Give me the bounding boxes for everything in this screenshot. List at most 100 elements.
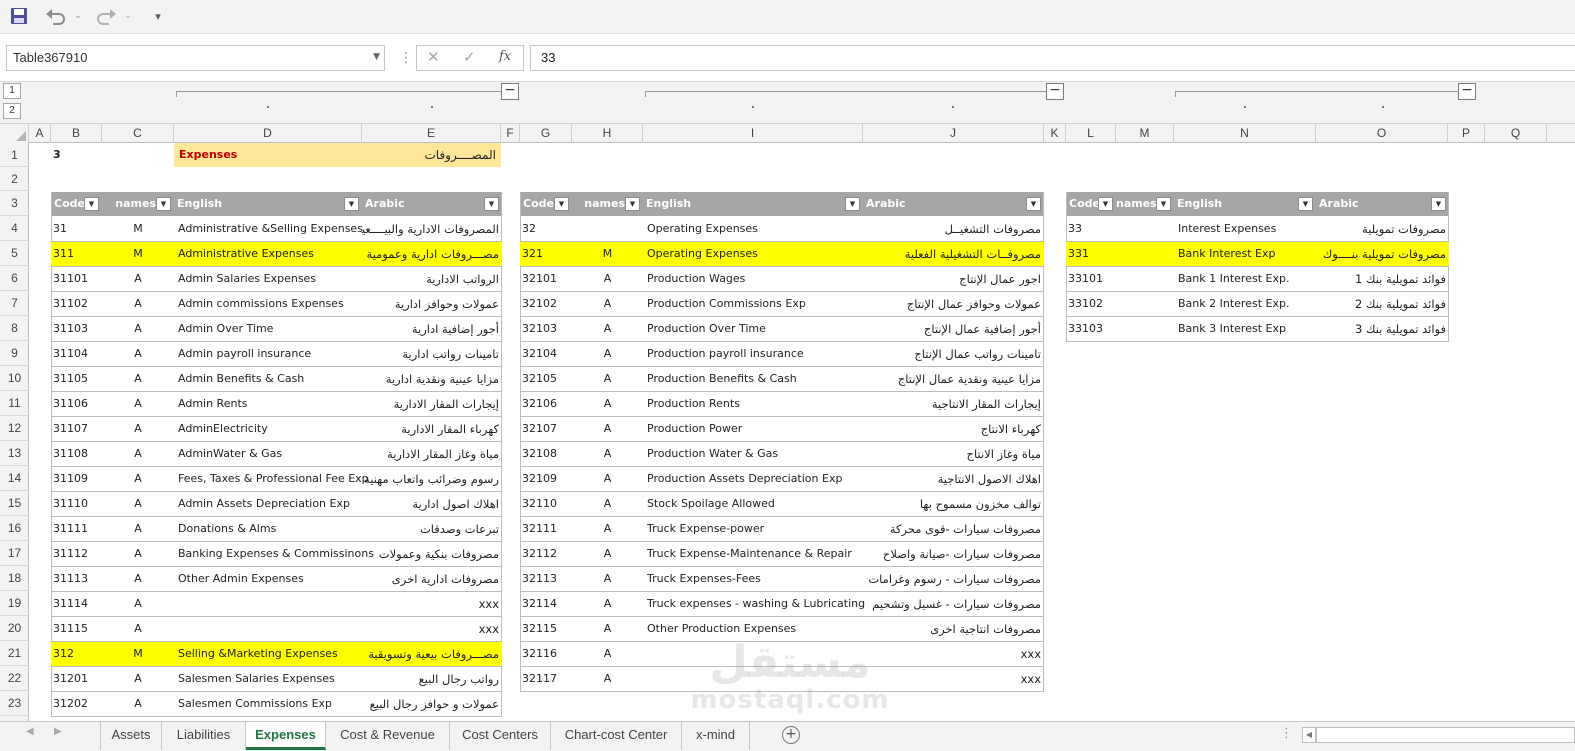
code-cell[interactable]: 31113 [53, 567, 88, 591]
column-header[interactable]: J [863, 124, 1044, 143]
code-cell[interactable]: 31106 [53, 392, 88, 416]
arabic-cell[interactable]: مصروفات انتاجية اخرى [863, 617, 1041, 641]
code-cell[interactable]: 32115 [522, 617, 557, 641]
code-cell[interactable]: 31115 [53, 617, 88, 641]
arabic-cell[interactable]: مصروفات سيارات -صيانة واصلاح [863, 542, 1041, 566]
row-header[interactable]: 12 [0, 416, 29, 441]
column-header[interactable]: M [1116, 124, 1174, 143]
code-cell[interactable]: 321 [522, 242, 543, 266]
arabic-cell[interactable]: توالف مخزون مسموح بها [863, 492, 1041, 516]
undo-dropdown-icon[interactable]: ⌄ [72, 3, 84, 29]
names-cell[interactable]: M [102, 642, 174, 666]
code-cell[interactable]: 331 [1068, 242, 1089, 266]
chevron-down-icon[interactable]: ▼ [373, 52, 380, 62]
names-cell[interactable]: A [572, 367, 643, 391]
column-header[interactable]: C [102, 124, 174, 143]
code-cell[interactable]: 32117 [522, 667, 557, 691]
code-cell[interactable]: 31114 [53, 592, 88, 616]
arabic-cell[interactable]: فوائد تمويلية بنك 2 [1316, 292, 1446, 316]
arabic-cell[interactable]: مصـــروفات بيعية وتسويقية [362, 642, 499, 666]
arabic-cell[interactable]: مصروفات سيارات - رسوم وغرامات [863, 567, 1041, 591]
names-cell[interactable] [1116, 267, 1174, 291]
names-cell[interactable]: A [572, 442, 643, 466]
names-cell[interactable]: A [102, 567, 174, 591]
arabic-cell[interactable]: كهرباء الانتاج [863, 417, 1041, 441]
code-cell[interactable]: 31105 [53, 367, 88, 391]
arabic-cell[interactable]: المصروفات الادارية والبيــــعية [362, 217, 499, 241]
code-cell[interactable]: 31107 [53, 417, 88, 441]
english-cell[interactable]: Admin Rents [178, 392, 376, 416]
names-cell[interactable]: M [572, 242, 643, 266]
column-header[interactable]: K [1044, 124, 1066, 143]
code-cell[interactable]: 32103 [522, 317, 557, 341]
names-cell[interactable]: A [572, 492, 643, 516]
names-cell[interactable]: A [102, 267, 174, 291]
names-cell[interactable]: A [102, 467, 174, 491]
tab-liabilities[interactable]: Liabilities [162, 722, 246, 750]
scroll-left-icon[interactable]: ◀ [1302, 727, 1316, 743]
code-cell[interactable]: 32111 [522, 517, 557, 541]
code-cell[interactable]: 31110 [53, 492, 88, 516]
code-cell[interactable]: 31111 [53, 517, 88, 541]
tab-cost-revenue[interactable]: Cost & Revenue [326, 722, 450, 750]
arabic-cell[interactable]: أجور إضافية عمال الإنتاج [863, 317, 1041, 341]
english-cell[interactable]: Admin Over Time [178, 317, 376, 341]
redo-icon[interactable] [92, 3, 120, 29]
arabic-cell[interactable]: عمولات وحوافز عمال الإنتاج [863, 292, 1041, 316]
names-cell[interactable] [1116, 242, 1174, 266]
column-header[interactable]: L [1066, 124, 1116, 143]
redo-dropdown-icon[interactable]: ⌄ [122, 3, 134, 29]
names-cell[interactable]: A [572, 642, 643, 666]
row-header[interactable]: 13 [0, 441, 29, 466]
row-header[interactable]: 21 [0, 641, 29, 666]
names-cell[interactable]: A [572, 617, 643, 641]
row-header[interactable]: 14 [0, 466, 29, 491]
arabic-cell[interactable]: الرواتب الادارية [362, 267, 499, 291]
arabic-cell[interactable]: مصروفات تمويلية بنــــوك [1316, 242, 1446, 266]
names-cell[interactable]: A [102, 667, 174, 691]
arabic-cell[interactable]: مصروفات ادارية اخرى [362, 567, 499, 591]
arabic-cell[interactable]: عمولات و حوافز رجال البيع [362, 692, 499, 716]
column-header[interactable]: B [51, 124, 102, 143]
code-cell[interactable]: 32104 [522, 342, 557, 366]
prev-sheet-icon[interactable]: ◀ [26, 726, 34, 737]
english-cell[interactable]: Bank 1 Interest Exp. [1178, 267, 1323, 291]
code-cell[interactable]: 31 [53, 217, 67, 241]
save-icon[interactable] [6, 3, 32, 29]
english-cell[interactable]: Selling &Marketing Expenses [178, 642, 376, 666]
outline-level-1-button[interactable]: 1 [3, 83, 21, 99]
names-cell[interactable]: A [572, 592, 643, 616]
arabic-cell[interactable]: تامينات رواتب عمال الإنتاج [863, 342, 1041, 366]
row-header[interactable]: 8 [0, 316, 29, 341]
expenses-title-cell[interactable]: Expenses المصــــروفات [174, 143, 501, 167]
arabic-cell[interactable]: xxx [362, 617, 499, 641]
insert-function-icon[interactable]: fx [499, 49, 511, 64]
names-cell[interactable]: A [102, 317, 174, 341]
names-cell[interactable]: A [102, 292, 174, 316]
arabic-cell[interactable]: عمولات وحوافز ادارية [362, 292, 499, 316]
cancel-icon[interactable]: ✕ [427, 48, 440, 66]
names-cell[interactable]: A [572, 517, 643, 541]
code-cell[interactable]: 31101 [53, 267, 88, 291]
names-cell[interactable]: A [102, 392, 174, 416]
enter-icon[interactable]: ✓ [463, 48, 476, 66]
tab-chart-cost-center[interactable]: Chart-cost Center [551, 722, 682, 750]
tab-expenses[interactable]: Expenses [246, 722, 326, 750]
formula-input[interactable]: 33 [530, 45, 1575, 71]
english-cell[interactable]: Fees, Taxes & Professional Fee Exp [178, 467, 376, 491]
arabic-cell[interactable]: مزايا عينية ونقدية عمال الإنتاج [863, 367, 1041, 391]
collapse-group-button[interactable]: − [1046, 83, 1064, 100]
arabic-cell[interactable]: مصروفات التشغيــل [863, 217, 1041, 241]
row-header[interactable]: 11 [0, 391, 29, 416]
column-header[interactable]: N [1174, 124, 1316, 143]
collapse-group-button[interactable]: − [501, 83, 519, 100]
english-cell[interactable]: Banking Expenses & Commissinons [178, 542, 376, 566]
names-cell[interactable]: A [102, 367, 174, 391]
arabic-cell[interactable]: اجور عمال الإنتاج [863, 267, 1041, 291]
row-header[interactable]: 22 [0, 666, 29, 691]
names-cell[interactable]: A [572, 567, 643, 591]
names-cell[interactable] [1116, 317, 1174, 341]
select-all-corner[interactable] [0, 124, 29, 143]
names-cell[interactable]: A [102, 442, 174, 466]
code-cell[interactable]: 32 [522, 217, 536, 241]
